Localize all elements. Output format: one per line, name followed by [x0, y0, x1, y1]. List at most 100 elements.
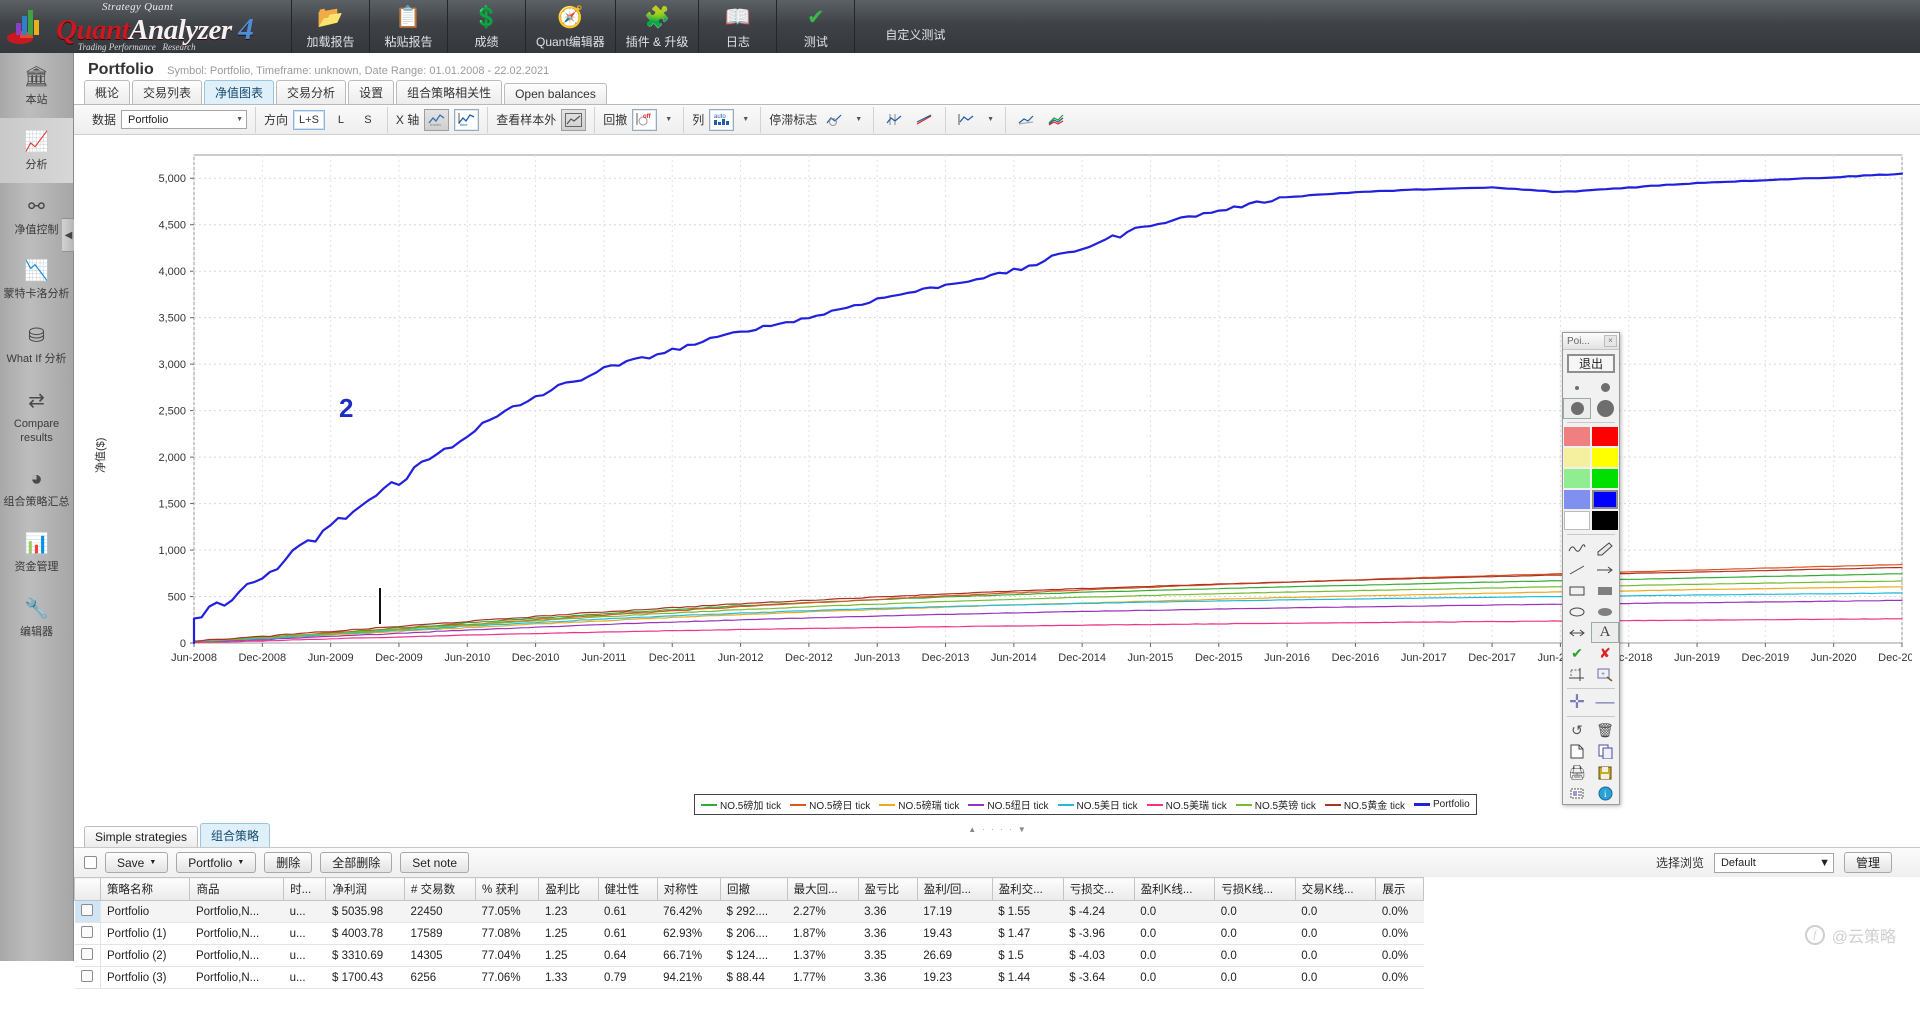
bars-chart-button[interactable] [882, 109, 907, 131]
multi-series-button[interactable] [1044, 109, 1069, 131]
line-style-dropdown-caret[interactable]: ▼ [984, 116, 997, 123]
table-row[interactable]: Portfolio (1) Portfolio,N... u... $ 4003.78… [74, 922, 1424, 945]
table-header-cell[interactable]: 最大回... [786, 877, 859, 901]
color-swatch[interactable] [1564, 490, 1590, 509]
undo-button[interactable]: ↺ [1563, 720, 1591, 741]
trend-chart-button[interactable] [912, 109, 937, 131]
table-header-cell[interactable]: 亏损K线... [1214, 877, 1296, 901]
brush-size-2[interactable] [1591, 377, 1619, 398]
close-icon[interactable]: × [1604, 335, 1617, 347]
table-header-cell[interactable]: 盈利K线... [1133, 877, 1216, 901]
row-checkbox[interactable] [81, 926, 94, 938]
table-row[interactable]: Portfolio (3) Portfolio,N... u... $ 1700.43… [74, 966, 1424, 989]
sidebar-item-monte-carlo[interactable]: 📉 蒙特卡洛分析 [0, 247, 73, 312]
color-swatch[interactable] [1592, 469, 1618, 488]
drawdown-dropdown-caret[interactable]: ▼ [662, 116, 675, 123]
brush-size-1[interactable] [1563, 377, 1591, 398]
ribbon-test[interactable]: ✔ 测试 [777, 0, 856, 53]
row-checkbox-cell[interactable] [74, 944, 101, 967]
highlighter-tool[interactable] [1591, 538, 1619, 559]
table-header-cell[interactable]: 盈利/回... [916, 877, 993, 901]
legend-item[interactable]: NO.5英镑 tick [1235, 797, 1316, 812]
legend-item[interactable]: NO.5纽日 tick [968, 797, 1049, 812]
annotation-titlebar[interactable]: Poi... × [1563, 333, 1619, 350]
stagnation-button[interactable] [822, 109, 847, 131]
row-checkbox[interactable] [81, 948, 94, 960]
ellipse-outline-tool[interactable] [1563, 601, 1591, 622]
legend-item[interactable]: NO.5美日 tick [1057, 797, 1138, 812]
measure-tool[interactable] [1563, 622, 1591, 643]
zoom-tool[interactable]: + [1591, 664, 1619, 685]
line-tool[interactable] [1563, 559, 1591, 580]
direction-option-s[interactable]: S [357, 110, 379, 130]
columns-button[interactable]: auto [709, 108, 735, 131]
row-checkbox-cell[interactable] [74, 900, 101, 923]
tab-portfolio-strategies[interactable]: 组合策略 [200, 823, 271, 847]
line-style-button[interactable] [954, 109, 979, 131]
color-swatch[interactable] [1592, 490, 1618, 509]
delete-all-button[interactable]: 全部删除 [320, 852, 393, 873]
ellipse-filled-tool[interactable] [1591, 601, 1619, 622]
info-button[interactable]: i [1591, 783, 1619, 804]
tab-equity-chart[interactable]: 净值图表 [204, 80, 275, 104]
zoom-out-button[interactable]: ― [1591, 692, 1619, 713]
table-header-cell[interactable]: % 获利 [475, 877, 540, 901]
zoom-in-button[interactable]: ✛ [1563, 692, 1591, 713]
table-header-cell[interactable]: 商品 [189, 877, 285, 901]
sidebar-item-analysis[interactable]: 📈 分析 [0, 117, 73, 183]
stagnation-dropdown-caret[interactable]: ▼ [852, 116, 865, 123]
crop-tool[interactable] [1563, 664, 1591, 685]
sidebar-item-portfolio-summary[interactable]: ◕ 组合策略汇总 [0, 455, 73, 520]
row-checkbox[interactable] [81, 904, 94, 916]
portfolio-button[interactable]: Portfolio ▼ [176, 852, 257, 873]
table-header-cell[interactable]: 盈亏比 [857, 877, 918, 901]
table-header-cell[interactable]: 盈利比 [538, 877, 599, 901]
delete-button[interactable]: 🗑 [1591, 720, 1619, 741]
columns-dropdown-caret[interactable]: ▼ [739, 116, 752, 123]
xaxis-time-button[interactable]: time [454, 108, 480, 131]
legend-item[interactable]: NO.5美瑞 tick [1146, 797, 1227, 812]
chart-plot-area[interactable]: 0 500 1,000 1,500 2,000 2,500 3,000 3,500 4,000 4… [84, 143, 1920, 703]
table-header-cell[interactable]: 健壮性 [597, 877, 658, 901]
row-checkbox-cell[interactable] [74, 922, 101, 945]
tab-overview[interactable]: 概论 [84, 80, 131, 104]
row-checkbox[interactable] [81, 970, 94, 982]
save-button[interactable] [1591, 762, 1619, 783]
ribbon-load-report[interactable]: 📂 加载报告 [292, 0, 370, 53]
save-button[interactable]: Save ▼ [105, 852, 169, 873]
table-header-cell[interactable]: 盈利交... [991, 877, 1064, 901]
table-header-cell[interactable]: 展示 [1375, 877, 1424, 901]
out-of-sample-button[interactable] [561, 108, 587, 131]
brush-size-4[interactable] [1591, 398, 1619, 419]
sidebar-item-what-if[interactable]: ⛁ What If 分析 [0, 312, 73, 377]
tab-simple-strategies[interactable]: Simple strategies [84, 826, 199, 847]
table-header-cell[interactable]: 回撤 [720, 877, 788, 901]
new-button[interactable] [1563, 741, 1591, 762]
rectangle-outline-tool[interactable] [1563, 580, 1591, 601]
legend-item[interactable]: NO.5磅日 tick [790, 797, 870, 812]
tab-trade-analysis[interactable]: 交易分析 [276, 80, 347, 104]
row-checkbox-cell[interactable] [74, 966, 101, 989]
table-header-cell[interactable]: 交易K线... [1294, 877, 1377, 901]
ribbon-quant-editor[interactable]: 🧭 Quant编辑器 [526, 0, 616, 53]
sidebar-item-home[interactable]: 🏛 本站 [0, 53, 73, 118]
direction-option-ls[interactable]: L+S [293, 109, 325, 130]
tab-open-balances[interactable]: Open balances [504, 83, 607, 104]
table-header-cell[interactable]: 亏损交... [1062, 877, 1135, 901]
drawdown-button[interactable]: off [632, 108, 658, 131]
table-header-cell[interactable]: 策略名称 [99, 877, 191, 901]
sidebar-item-compare-results[interactable]: ⇄ Compare results [0, 377, 73, 456]
ribbon-custom-test[interactable]: 自定义测试 [855, 0, 975, 53]
color-swatch[interactable] [1592, 511, 1618, 530]
xaxis-trades-button[interactable]: trades [424, 108, 450, 131]
ribbon-paste-report[interactable]: 📋 粘贴报告 [370, 0, 448, 53]
color-swatch[interactable] [1592, 427, 1618, 446]
ribbon-log[interactable]: 📖 日志 [699, 0, 778, 53]
grey-compare-button[interactable] [1014, 109, 1039, 131]
color-swatch[interactable] [1564, 427, 1590, 446]
sidebar-item-money-management[interactable]: 📊 资金管理 [0, 520, 73, 585]
browse-select[interactable]: Default ▼ [1713, 852, 1834, 873]
tab-trade-list[interactable]: 交易列表 [132, 80, 203, 104]
ribbon-results[interactable]: 💲 成绩 [448, 0, 526, 53]
set-note-button[interactable]: Set note [400, 852, 469, 873]
